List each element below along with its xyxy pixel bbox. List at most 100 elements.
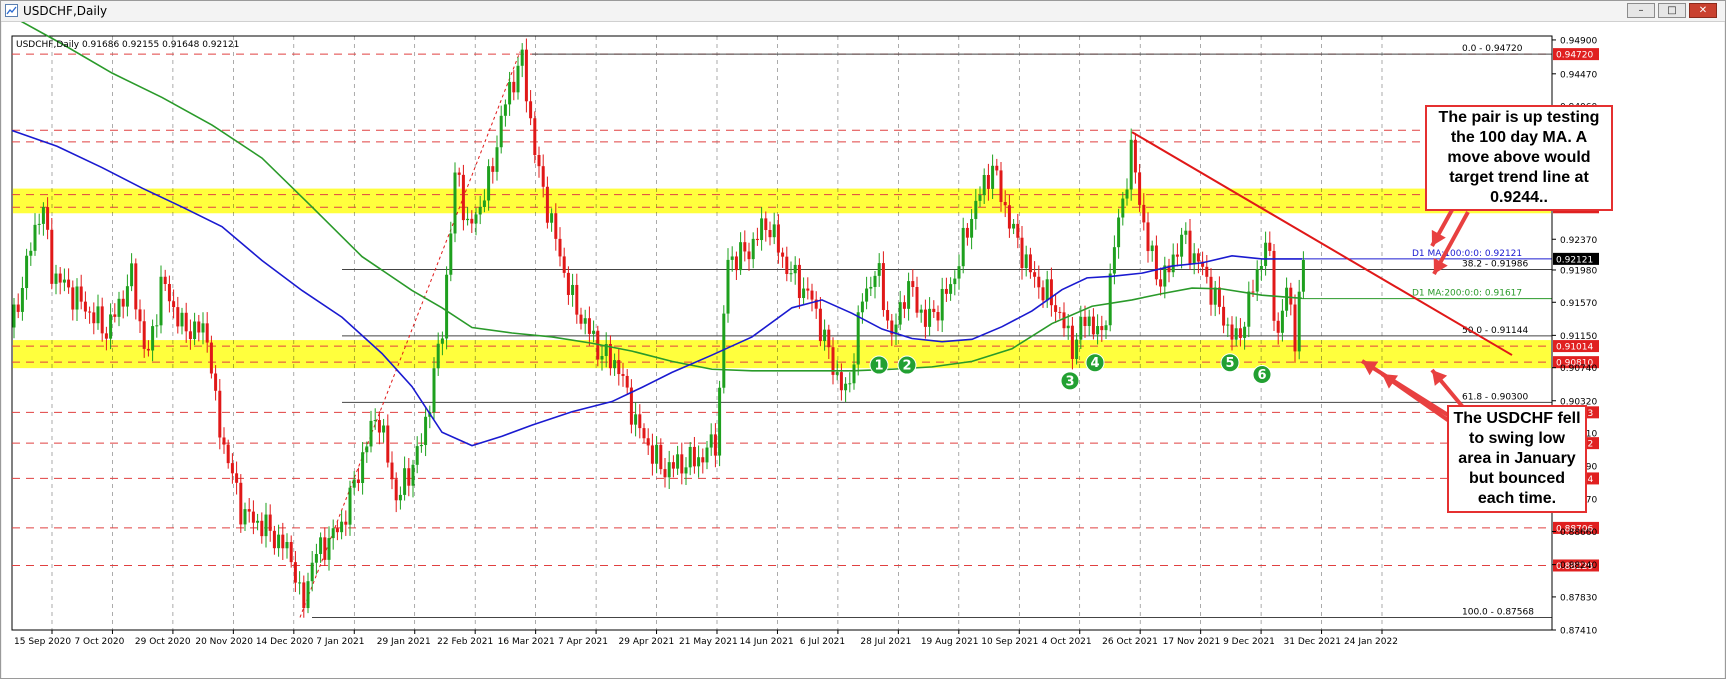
candle-body (1007, 205, 1011, 229)
candle-body (911, 281, 915, 288)
swing-low-marker-label-2: 2 (902, 359, 911, 374)
candle-body (109, 314, 113, 339)
candle-body (898, 302, 902, 325)
candle-body (655, 444, 659, 464)
candle-body (12, 304, 16, 328)
candle-body (67, 279, 71, 288)
candle-body (134, 263, 138, 310)
candle-body (491, 166, 495, 172)
candle-body (1150, 245, 1154, 252)
candle-body (1033, 272, 1037, 277)
candle-body (184, 312, 188, 332)
candle-body (1255, 268, 1259, 292)
candle-body (348, 487, 352, 525)
candle-body (550, 213, 554, 223)
x-tick-label: 9 Dec 2021 (1223, 637, 1275, 647)
candle-body (881, 263, 885, 311)
candle-body (1238, 328, 1242, 338)
candle-body (62, 279, 66, 283)
candle-body (20, 288, 24, 312)
x-tick-label: 24 Jan 2022 (1344, 637, 1398, 647)
close-button[interactable]: ✕ (1689, 3, 1717, 18)
candle-body (155, 325, 159, 327)
x-tick-label: 22 Feb 2021 (437, 637, 493, 647)
candle-body (508, 81, 512, 105)
title-bar[interactable]: USDCHF,Daily – □ ✕ (1, 1, 1725, 22)
candle-body (319, 537, 323, 555)
x-tick-label: 26 Oct 2021 (1102, 637, 1158, 647)
candle-body (974, 200, 978, 219)
candle-body (583, 318, 587, 324)
candle-body (1196, 253, 1200, 262)
window-title: USDCHF,Daily (23, 4, 108, 18)
candle-body (487, 166, 491, 201)
candle-body (877, 263, 881, 276)
candle-body (1209, 276, 1213, 305)
swing-low-marker-label-5: 5 (1225, 356, 1234, 371)
candle-body (575, 284, 579, 315)
candle-body (1243, 326, 1247, 338)
maximize-button[interactable]: □ (1658, 3, 1686, 18)
candle-body (919, 309, 923, 313)
candle-body (352, 479, 356, 488)
candle-body (1129, 139, 1133, 190)
y-tick-label: 0.88660 (1560, 528, 1597, 538)
candle-body (923, 309, 927, 327)
candle-body (554, 213, 558, 239)
minimize-button[interactable]: – (1627, 3, 1655, 18)
candle-body (1079, 316, 1083, 340)
candle-body (398, 494, 402, 501)
candle-body (239, 482, 243, 525)
candle-body (172, 301, 176, 308)
candle-body (369, 420, 373, 447)
candle-body (1276, 320, 1280, 333)
candle-body (1259, 265, 1263, 269)
candle-body (1117, 217, 1121, 248)
candle-body (806, 288, 810, 291)
candle-body (272, 530, 276, 549)
candle-body (533, 118, 537, 156)
candle-body (1247, 291, 1251, 327)
candle-body (650, 445, 654, 464)
candle-body (16, 304, 20, 312)
candle-body (592, 330, 596, 334)
candle-body (755, 238, 759, 241)
candle-body (1070, 325, 1074, 359)
candle-body (781, 252, 785, 257)
candle-body (587, 318, 591, 334)
fib-label-0: 0.0 - 0.94720 (1462, 44, 1523, 54)
candle-body (659, 444, 663, 470)
x-tick-label: 14 Jun 2021 (739, 637, 793, 647)
candle-body (1108, 273, 1112, 326)
swing-low-marker-label-3: 3 (1065, 374, 1074, 389)
candle-body (869, 286, 873, 289)
swing-low-marker-label-4: 4 (1090, 356, 1099, 371)
candle-body (734, 256, 738, 271)
annotation-ma-test: The pair is up testing the 100 day MA. A… (1425, 105, 1613, 211)
candle-body (705, 447, 709, 463)
candle-body (33, 224, 37, 251)
candle-body (1175, 254, 1179, 257)
candle-body (188, 331, 192, 340)
candle-body (1146, 222, 1150, 252)
candle-body (600, 356, 604, 360)
chart-area[interactable]: 0.947200.937530.936060.929370.927760.910… (2, 15, 1724, 678)
candle-body (579, 314, 583, 324)
candle-body (1154, 245, 1158, 280)
candle-body (180, 312, 184, 327)
y-tick-label: 0.94900 (1560, 36, 1597, 46)
candle-body (697, 457, 701, 467)
candle-body (1184, 230, 1188, 235)
candle-body (873, 275, 877, 287)
candle-body (499, 115, 503, 148)
candle-body (1049, 279, 1053, 306)
candle-body (277, 534, 281, 549)
candle-body (949, 284, 953, 294)
candle-body (176, 307, 180, 327)
candle-body (306, 581, 310, 609)
candle-body (461, 174, 465, 221)
candle-body (1293, 304, 1297, 352)
candle-body (902, 302, 906, 309)
x-tick-label: 14 Dec 2020 (256, 637, 314, 647)
annotation-swing-low-text: The USDCHF fell to swing low area in Jan… (1453, 410, 1581, 507)
